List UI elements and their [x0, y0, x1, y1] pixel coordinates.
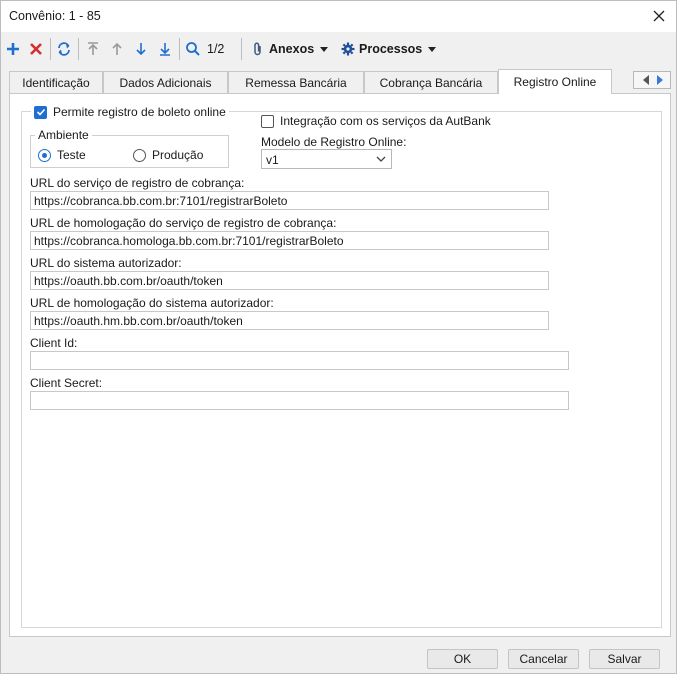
processos-label: Processos: [359, 42, 423, 56]
search-icon: [186, 42, 200, 56]
close-icon: [653, 10, 665, 22]
radio-selected-icon: [38, 149, 51, 163]
url-autorizador-label: URL do sistema autorizador:: [30, 256, 182, 270]
delete-button[interactable]: [28, 38, 44, 60]
tab-cobranca-bancaria[interactable]: Cobrança Bancária: [364, 71, 498, 93]
client-secret-input[interactable]: [30, 391, 569, 410]
save-button[interactable]: Salvar: [589, 649, 660, 669]
close-button[interactable]: [650, 7, 668, 25]
delete-icon: [30, 43, 42, 55]
ambiente-legend: Ambiente: [35, 128, 92, 142]
first-record-button[interactable]: [85, 38, 101, 60]
processos-menu[interactable]: Processos: [341, 38, 437, 60]
chevron-down-icon: [428, 46, 437, 52]
tab-scroll-buttons: [633, 71, 671, 89]
anexos-label: Anexos: [269, 42, 315, 56]
checkbox-checked-icon: [34, 105, 47, 119]
refresh-button[interactable]: [56, 38, 72, 60]
toolbar: 1/2 Anexos Processos: [1, 33, 676, 65]
radio-teste[interactable]: Teste: [38, 148, 86, 163]
url-homologacao-autorizador-label: URL de homologação do sistema autorizado…: [30, 296, 274, 310]
integracao-label: Integração com os serviços da AutBank: [280, 114, 491, 128]
url-autorizador-input[interactable]: https://oauth.bb.com.br/oauth/token: [30, 271, 549, 290]
client-id-label: Client Id:: [30, 336, 78, 350]
search-button[interactable]: 1/2: [185, 38, 224, 60]
title-bar: Convênio: 1 - 85: [1, 1, 676, 32]
anexos-menu[interactable]: Anexos: [251, 38, 329, 60]
arrow-down-icon: [136, 43, 146, 56]
arrow-to-top-icon: [88, 42, 98, 55]
url-homologacao-autorizador-input[interactable]: https://oauth.hm.bb.com.br/oauth/token: [30, 311, 549, 330]
arrow-up-icon: [112, 42, 122, 55]
arrow-to-bottom-icon: [160, 43, 170, 56]
client-id-input[interactable]: [30, 351, 569, 370]
plus-icon: [7, 43, 19, 55]
modelo-value: v1: [266, 153, 279, 167]
refresh-icon: [58, 42, 70, 56]
gear-icon: [341, 42, 355, 56]
tab-dados-adicionais[interactable]: Dados Adicionais: [103, 71, 228, 93]
tab-remessa-bancaria[interactable]: Remessa Bancária: [228, 71, 364, 93]
convenio-dialog: Convênio: 1 - 85 1/2 Anexos Processos Id…: [0, 0, 677, 674]
tab-registro-online[interactable]: Registro Online: [498, 69, 612, 94]
integracao-autbank-checkbox[interactable]: Integração com os serviços da AutBank: [261, 114, 491, 128]
url-homologacao-registro-label: URL de homologação do serviço de registr…: [30, 216, 337, 230]
chevron-down-icon: [376, 156, 386, 162]
client-secret-label: Client Secret:: [30, 376, 103, 390]
scroll-right-icon[interactable]: [657, 75, 663, 85]
chevron-down-icon: [320, 46, 329, 52]
next-record-button[interactable]: [133, 38, 149, 60]
checkbox-unchecked-icon: [261, 114, 274, 128]
radio-unselected-icon: [133, 149, 146, 163]
url-registro-input[interactable]: https://cobranca.bb.com.br:7101/registra…: [30, 191, 549, 210]
modelo-label: Modelo de Registro Online:: [261, 135, 407, 149]
scroll-left-icon[interactable]: [643, 75, 649, 85]
modelo-select[interactable]: v1: [261, 149, 392, 169]
tab-strip: Identificação Dados Adicionais Remessa B…: [1, 69, 676, 94]
permite-registro-checkbox[interactable]: Permite registro de boleto online: [31, 105, 229, 119]
last-record-button[interactable]: [157, 38, 173, 60]
window-title: Convênio: 1 - 85: [9, 9, 101, 23]
previous-record-button[interactable]: [109, 38, 125, 60]
url-homologacao-registro-input[interactable]: https://cobranca.homologa.bb.com.br:7101…: [30, 231, 549, 250]
paperclip-icon: [254, 42, 261, 56]
add-button[interactable]: [5, 38, 21, 60]
tab-identificacao[interactable]: Identificação: [9, 71, 103, 93]
cancel-button[interactable]: Cancelar: [508, 649, 579, 669]
record-counter: 1/2: [207, 42, 225, 56]
url-registro-label: URL do serviço de registro de cobrança:: [30, 176, 245, 190]
radio-producao[interactable]: Produção: [133, 148, 203, 163]
ok-button[interactable]: OK: [427, 649, 498, 669]
permite-registro-label: Permite registro de boleto online: [53, 105, 226, 119]
registro-online-panel: Permite registro de boleto online Ambien…: [9, 93, 671, 637]
